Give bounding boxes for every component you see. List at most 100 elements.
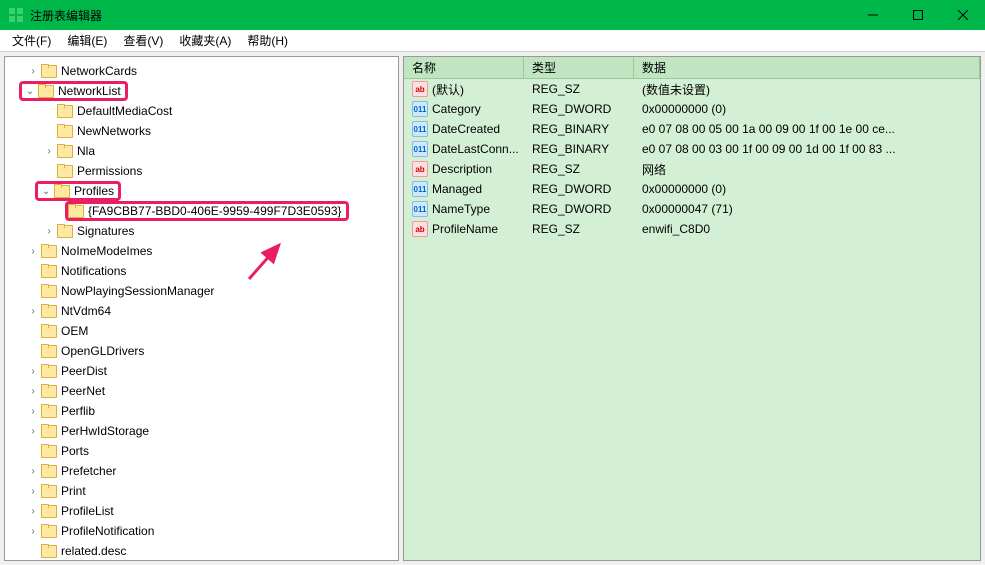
string-value-icon: ab — [412, 81, 428, 97]
tree-item[interactable]: NowPlayingSessionManager — [5, 281, 398, 301]
expand-icon[interactable]: › — [41, 146, 57, 157]
menu-favorites[interactable]: 收藏夹(A) — [171, 30, 239, 51]
values-pane[interactable]: 名称 类型 数据 ab(默认)REG_SZ(数值未设置)011CategoryR… — [403, 56, 981, 561]
tree-item[interactable]: Ports — [5, 441, 398, 461]
value-data: (数值未设置) — [634, 79, 980, 100]
tree-item[interactable]: DefaultMediaCost — [5, 101, 398, 121]
tree-item[interactable]: › Perflib — [5, 401, 398, 421]
expand-icon[interactable]: › — [25, 306, 41, 317]
value-data: e0 07 08 00 03 00 1f 00 09 00 1d 00 1f 0… — [634, 140, 980, 158]
value-name: ProfileName — [432, 222, 498, 236]
binary-value-icon: 011 — [412, 101, 428, 117]
expand-icon[interactable]: › — [25, 386, 41, 397]
tree-item[interactable]: ›PeerDist — [5, 361, 398, 381]
tree-item[interactable]: NewNetworks — [5, 121, 398, 141]
folder-icon — [57, 124, 73, 138]
tree-item[interactable]: ›ProfileList — [5, 501, 398, 521]
tree-item[interactable]: related.desc — [5, 541, 398, 561]
value-type: REG_SZ — [524, 220, 634, 238]
expand-icon[interactable]: › — [25, 486, 41, 497]
folder-icon — [41, 64, 57, 78]
tree-item-profiles[interactable]: ⌄ Profiles — [5, 181, 398, 201]
folder-icon — [41, 504, 57, 518]
folder-icon — [41, 404, 57, 418]
tree-item[interactable]: ›Nla — [5, 141, 398, 161]
column-header-data[interactable]: 数据 — [634, 56, 980, 79]
tree-label: Signatures — [77, 224, 134, 238]
tree-label: Perflib — [61, 404, 95, 418]
tree-item[interactable]: OpenGLDrivers — [5, 341, 398, 361]
expand-icon[interactable]: › — [25, 366, 41, 377]
minimize-button[interactable] — [850, 0, 895, 30]
value-type: REG_DWORD — [524, 180, 634, 198]
folder-icon — [41, 284, 57, 298]
tree-item[interactable]: › Prefetcher — [5, 461, 398, 481]
string-value-icon: ab — [412, 161, 428, 177]
folder-icon — [41, 464, 57, 478]
tree-item[interactable]: ›NetworkCards — [5, 61, 398, 81]
tree-item[interactable]: Permissions — [5, 161, 398, 181]
value-row[interactable]: ab(默认)REG_SZ(数值未设置) — [404, 79, 980, 99]
value-row[interactable]: abProfileNameREG_SZenwifi_C8D0 — [404, 219, 980, 239]
tree-item[interactable]: ›NoImeModeImes — [5, 241, 398, 261]
value-name: (默认) — [432, 81, 464, 98]
tree-item[interactable]: ›PeerNet — [5, 381, 398, 401]
menu-help[interactable]: 帮助(H) — [239, 30, 296, 51]
tree-item-networklist[interactable]: ⌄NetworkList — [5, 81, 398, 101]
tree-label: Profiles — [74, 184, 114, 198]
expand-icon[interactable]: › — [25, 406, 41, 417]
tree-item[interactable]: OEM — [5, 321, 398, 341]
tree-label: OpenGLDrivers — [61, 344, 144, 358]
expand-icon[interactable]: › — [25, 466, 41, 477]
tree-item[interactable]: Notifications — [5, 261, 398, 281]
menu-file[interactable]: 文件(F) — [4, 30, 59, 51]
value-type: REG_DWORD — [524, 100, 634, 118]
tree-item[interactable]: ›Print — [5, 481, 398, 501]
binary-value-icon: 011 — [412, 181, 428, 197]
collapse-icon[interactable]: ⌄ — [22, 86, 38, 97]
menu-edit[interactable]: 编辑(E) — [59, 30, 115, 51]
column-header-type[interactable]: 类型 — [524, 56, 634, 79]
value-data: e0 07 08 00 05 00 1a 00 09 00 1f 00 1e 0… — [634, 120, 980, 138]
expand-icon[interactable]: › — [25, 66, 41, 77]
binary-value-icon: 011 — [412, 141, 428, 157]
expand-icon[interactable]: › — [41, 226, 57, 237]
expand-icon[interactable]: › — [25, 506, 41, 517]
folder-icon — [54, 184, 70, 198]
expand-icon[interactable]: › — [25, 246, 41, 257]
tree-item[interactable]: ›PerHwIdStorage — [5, 421, 398, 441]
tree-item[interactable]: ›ProfileNotification — [5, 521, 398, 541]
value-data: 0x00000047 (71) — [634, 200, 980, 218]
value-row[interactable]: 011DateCreatedREG_BINARYe0 07 08 00 05 0… — [404, 119, 980, 139]
tree-label: {FA9CBB77-BBD0-406E-9959-499F7D3E0593} — [88, 204, 342, 218]
tree-label: Permissions — [77, 164, 142, 178]
maximize-button[interactable] — [895, 0, 940, 30]
tree-pane[interactable]: ›NetworkCards ⌄NetworkList DefaultMediaC… — [4, 56, 399, 561]
tree-item[interactable]: › Signatures — [5, 221, 398, 241]
value-row[interactable]: 011CategoryREG_DWORD0x00000000 (0) — [404, 99, 980, 119]
tree-item[interactable]: › NtVdm64 — [5, 301, 398, 321]
tree-label: Prefetcher — [61, 464, 116, 478]
value-type: REG_SZ — [524, 160, 634, 178]
expand-icon[interactable]: › — [25, 526, 41, 537]
folder-icon — [41, 484, 57, 498]
value-name: DateCreated — [432, 122, 500, 136]
close-button[interactable] — [940, 0, 985, 30]
tree-label: NtVdm64 — [61, 304, 111, 318]
menu-view[interactable]: 查看(V) — [115, 30, 171, 51]
value-name: NameType — [432, 202, 490, 216]
tree-item-guid-selected[interactable]: {FA9CBB77-BBD0-406E-9959-499F7D3E0593} — [5, 201, 398, 221]
value-row[interactable]: abDescriptionREG_SZ网络 — [404, 159, 980, 179]
value-name: DateLastConn... — [432, 142, 519, 156]
string-value-icon: ab — [412, 221, 428, 237]
folder-icon — [41, 544, 57, 558]
content-area: ›NetworkCards ⌄NetworkList DefaultMediaC… — [0, 52, 985, 565]
collapse-icon[interactable]: ⌄ — [38, 186, 54, 197]
column-header-name[interactable]: 名称 — [404, 56, 524, 79]
folder-icon — [41, 304, 57, 318]
folder-icon — [57, 224, 73, 238]
expand-icon[interactable]: › — [25, 426, 41, 437]
value-row[interactable]: 011DateLastConn...REG_BINARYe0 07 08 00 … — [404, 139, 980, 159]
value-row[interactable]: 011ManagedREG_DWORD0x00000000 (0) — [404, 179, 980, 199]
value-row[interactable]: 011NameTypeREG_DWORD0x00000047 (71) — [404, 199, 980, 219]
